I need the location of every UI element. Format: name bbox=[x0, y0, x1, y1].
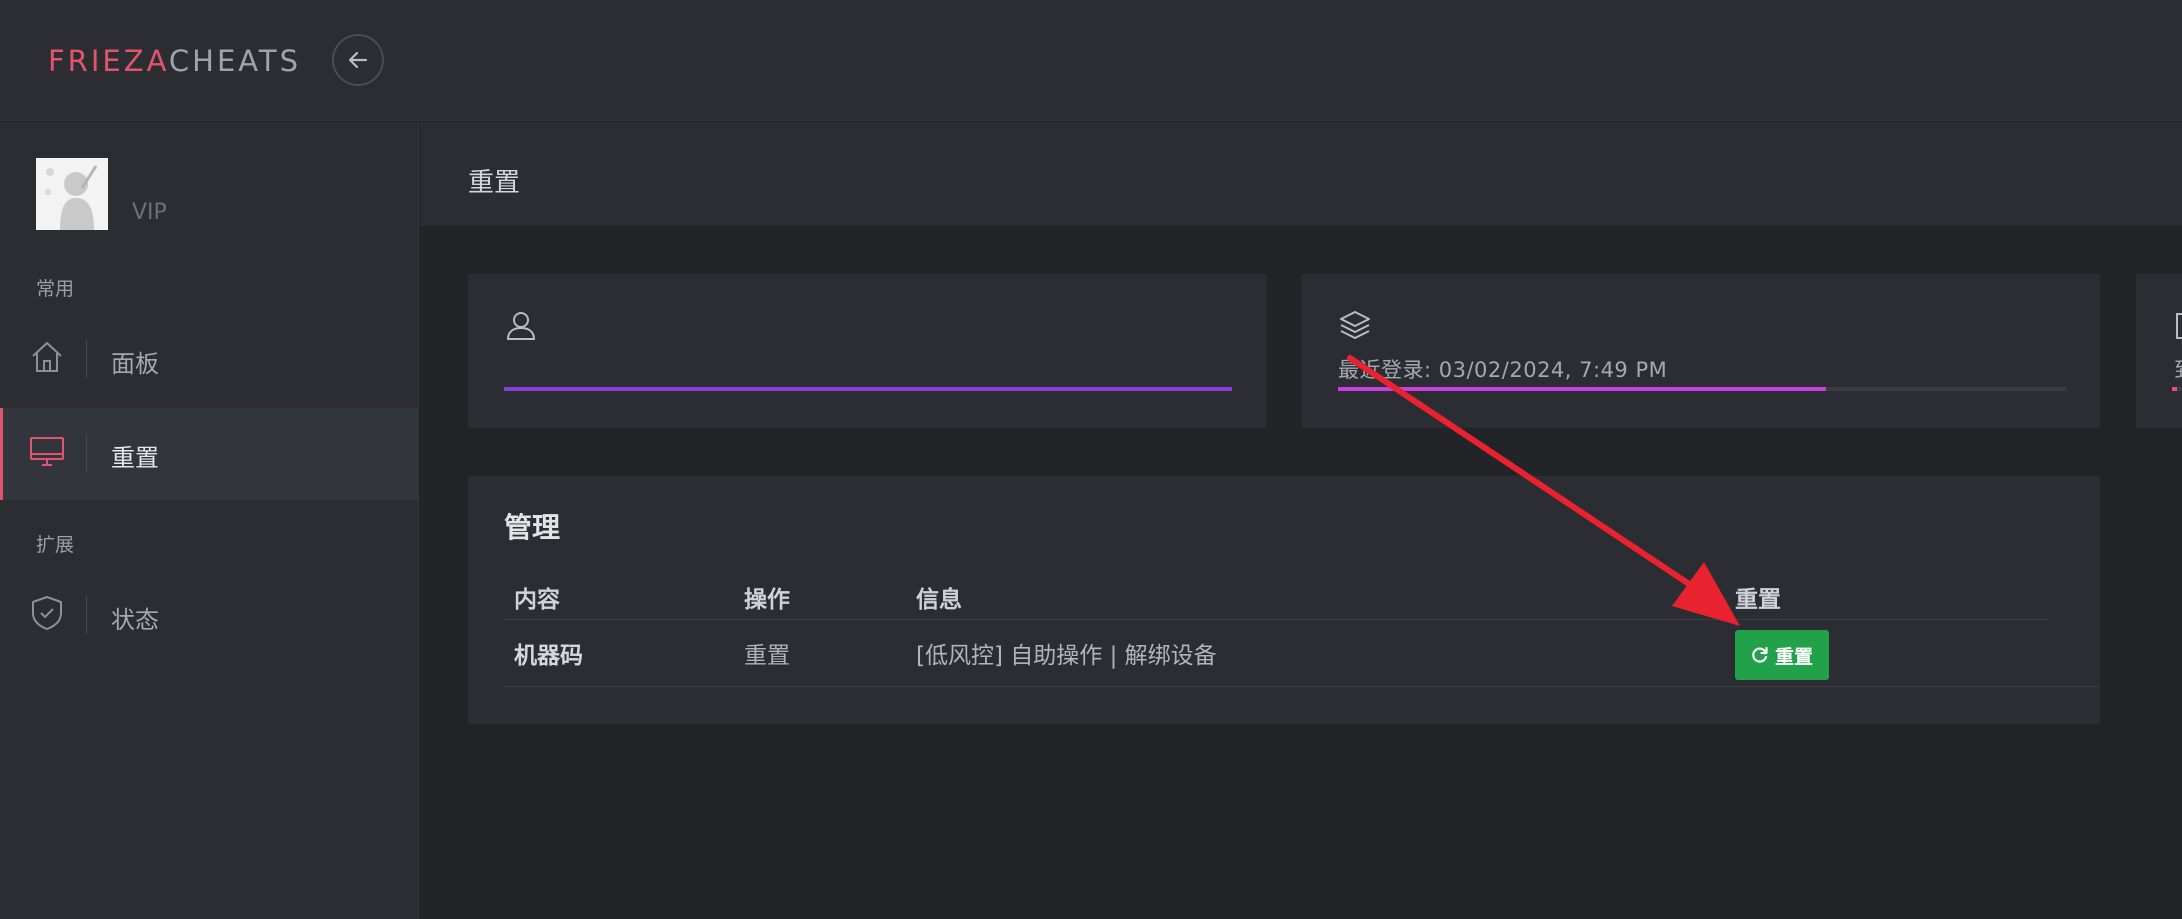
management-panel: 管理 内容 操作 信息 重置 机器码 重置 [低风控] 自助操作 | 解绑设备 … bbox=[468, 476, 2100, 724]
page-header: 重置 bbox=[420, 122, 2182, 226]
section-label-common: 常用 bbox=[36, 278, 75, 300]
reset-button-label: 重置 bbox=[1774, 646, 1813, 668]
user-icon bbox=[506, 312, 536, 340]
top-bar: FRIEZACHEATS bbox=[0, 0, 2182, 121]
avatar-image-icon bbox=[36, 158, 108, 230]
nav-divider bbox=[86, 596, 87, 634]
progress-track bbox=[2172, 387, 2182, 391]
column-header-info: 信息 bbox=[916, 587, 962, 613]
column-header-reset: 重置 bbox=[1735, 587, 1781, 613]
brand-name-part1: FRIEZA bbox=[48, 44, 169, 78]
progress-fill bbox=[504, 387, 1232, 391]
sidebar-item-label: 状态 bbox=[111, 606, 159, 634]
header-divider bbox=[504, 619, 2050, 620]
sidebar: VIP 常用 面板 重置 扩展 状态 bbox=[0, 122, 419, 919]
sidebar-item-panel[interactable]: 面板 bbox=[0, 314, 419, 406]
last-login-text: 最近登录: 03/02/2024, 7:49 PM bbox=[1338, 358, 1668, 382]
stat-card-user bbox=[468, 274, 1266, 428]
nav-divider bbox=[86, 434, 87, 472]
sidebar-item-label: 面板 bbox=[111, 350, 159, 378]
sidebar-item-reset[interactable]: 重置 bbox=[0, 408, 419, 500]
progress-track bbox=[1338, 387, 2066, 391]
layers-icon bbox=[1340, 311, 1370, 339]
reset-button[interactable]: 重置 bbox=[1735, 630, 1829, 680]
brand-logo[interactable]: FRIEZACHEATS bbox=[48, 44, 301, 78]
arrow-left-icon bbox=[348, 51, 368, 69]
stat-card-last-login: 最近登录: 03/02/2024, 7:49 PM bbox=[1302, 274, 2100, 428]
calendar-icon bbox=[2176, 313, 2182, 339]
progress-fill bbox=[1338, 387, 1826, 391]
sidebar-item-status[interactable]: 状态 bbox=[0, 570, 419, 662]
sidebar-item-label: 重置 bbox=[111, 444, 159, 472]
user-role: VIP bbox=[132, 200, 167, 225]
cell-content: 机器码 bbox=[514, 643, 583, 669]
page-title: 重置 bbox=[468, 168, 521, 198]
cell-action: 重置 bbox=[744, 643, 790, 669]
home-icon bbox=[32, 342, 62, 372]
panel-title: 管理 bbox=[504, 511, 561, 544]
stat-card-expiry: 到 bbox=[2136, 274, 2182, 428]
refresh-icon bbox=[1752, 646, 1768, 663]
cell-info: [低风控] 自助操作 | 解绑设备 bbox=[916, 643, 1217, 669]
progress-track bbox=[504, 387, 1232, 391]
column-header-action: 操作 bbox=[744, 587, 790, 613]
brand-name-part2: CHEATS bbox=[168, 44, 301, 78]
column-header-content: 内容 bbox=[514, 587, 560, 613]
shield-check-icon bbox=[32, 596, 62, 630]
progress-fill bbox=[2172, 387, 2177, 391]
expiry-text: 到 bbox=[2174, 354, 2182, 384]
back-button[interactable] bbox=[332, 34, 384, 86]
row-divider bbox=[504, 686, 2100, 687]
nav-divider bbox=[86, 340, 87, 378]
section-label-extension: 扩展 bbox=[36, 534, 75, 556]
avatar[interactable] bbox=[36, 158, 108, 230]
monitor-icon bbox=[30, 437, 64, 466]
